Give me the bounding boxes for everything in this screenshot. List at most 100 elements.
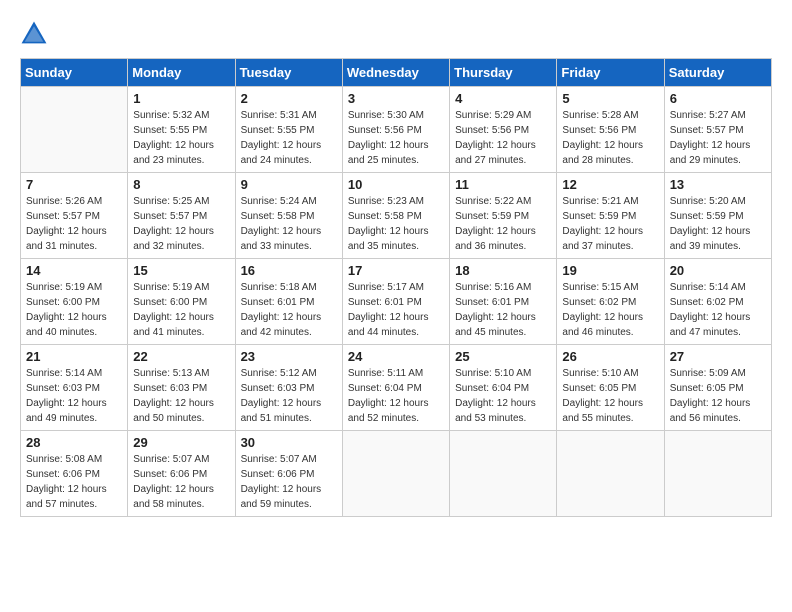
day-info: Sunrise: 5:20 AMSunset: 5:59 PMDaylight:… [670,194,766,254]
header-tuesday: Tuesday [235,59,342,87]
day-number: 4 [455,91,551,106]
header-monday: Monday [128,59,235,87]
day-info: Sunrise: 5:19 AMSunset: 6:00 PMDaylight:… [26,280,122,340]
day-cell: 24 Sunrise: 5:11 AMSunset: 6:04 PMDayligh… [342,345,449,431]
day-cell: 7 Sunrise: 5:26 AMSunset: 5:57 PMDaylight… [21,173,128,259]
day-info: Sunrise: 5:27 AMSunset: 5:57 PMDaylight:… [670,108,766,168]
day-info: Sunrise: 5:12 AMSunset: 6:03 PMDaylight:… [241,366,337,426]
day-info: Sunrise: 5:18 AMSunset: 6:01 PMDaylight:… [241,280,337,340]
day-number: 2 [241,91,337,106]
day-info: Sunrise: 5:29 AMSunset: 5:56 PMDaylight:… [455,108,551,168]
day-cell: 10 Sunrise: 5:23 AMSunset: 5:58 PMDayligh… [342,173,449,259]
day-cell: 16 Sunrise: 5:18 AMSunset: 6:01 PMDayligh… [235,259,342,345]
day-info: Sunrise: 5:21 AMSunset: 5:59 PMDaylight:… [562,194,658,254]
day-info: Sunrise: 5:11 AMSunset: 6:04 PMDaylight:… [348,366,444,426]
day-number: 19 [562,263,658,278]
day-info: Sunrise: 5:08 AMSunset: 6:06 PMDaylight:… [26,452,122,512]
week-row-4: 21Sunrise: 5:14 AMSunset: 6:03 PMDayligh… [21,345,772,431]
calendar-table: SundayMondayTuesdayWednesdayThursdayFrid… [20,58,772,517]
calendar-header-row: SundayMondayTuesdayWednesdayThursdayFrid… [21,59,772,87]
day-number: 11 [455,177,551,192]
day-number: 29 [133,435,229,450]
day-cell: 26 Sunrise: 5:10 AMSunset: 6:05 PMDayligh… [557,345,664,431]
day-info: Sunrise: 5:10 AMSunset: 6:05 PMDaylight:… [562,366,658,426]
day-number: 13 [670,177,766,192]
day-cell: 5 Sunrise: 5:28 AMSunset: 5:56 PMDaylight… [557,87,664,173]
week-row-5: 28 Sunrise: 5:08 AMSunset: 6:06 PMDayligh… [21,431,772,517]
day-number: 3 [348,91,444,106]
day-number: 16 [241,263,337,278]
day-number: 9 [241,177,337,192]
header-sunday: Sunday [21,59,128,87]
day-number: 7 [26,177,122,192]
header-saturday: Saturday [664,59,771,87]
day-cell: 27 Sunrise: 5:09 AMSunset: 6:05 PMDayligh… [664,345,771,431]
day-cell: 21Sunrise: 5:14 AMSunset: 6:03 PMDayligh… [21,345,128,431]
day-number: 14 [26,263,122,278]
day-number: 23 [241,349,337,364]
day-cell: 17 Sunrise: 5:17 AMSunset: 6:01 PMDayligh… [342,259,449,345]
day-number: 20 [670,263,766,278]
day-cell: 4 Sunrise: 5:29 AMSunset: 5:56 PMDaylight… [450,87,557,173]
day-cell [21,87,128,173]
day-cell [557,431,664,517]
day-cell: 14 Sunrise: 5:19 AMSunset: 6:00 PMDayligh… [21,259,128,345]
day-cell: 13 Sunrise: 5:20 AMSunset: 5:59 PMDayligh… [664,173,771,259]
day-number: 25 [455,349,551,364]
day-info: Sunrise: 5:22 AMSunset: 5:59 PMDaylight:… [455,194,551,254]
logo [20,20,52,48]
day-cell: 25 Sunrise: 5:10 AMSunset: 6:04 PMDayligh… [450,345,557,431]
day-cell: 11 Sunrise: 5:22 AMSunset: 5:59 PMDayligh… [450,173,557,259]
day-cell: 1 Sunrise: 5:32 AMSunset: 5:55 PMDaylight… [128,87,235,173]
day-info: Sunrise: 5:16 AMSunset: 6:01 PMDaylight:… [455,280,551,340]
day-info: Sunrise: 5:32 AMSunset: 5:55 PMDaylight:… [133,108,229,168]
day-info: Sunrise: 5:13 AMSunset: 6:03 PMDaylight:… [133,366,229,426]
header-friday: Friday [557,59,664,87]
logo-icon [20,20,48,48]
day-cell: 20Sunrise: 5:14 AMSunset: 6:02 PMDayligh… [664,259,771,345]
day-number: 5 [562,91,658,106]
day-cell: 23 Sunrise: 5:12 AMSunset: 6:03 PMDayligh… [235,345,342,431]
day-number: 27 [670,349,766,364]
day-number: 24 [348,349,444,364]
day-cell: 9 Sunrise: 5:24 AMSunset: 5:58 PMDaylight… [235,173,342,259]
day-info: Sunrise: 5:09 AMSunset: 6:05 PMDaylight:… [670,366,766,426]
day-cell [450,431,557,517]
day-number: 6 [670,91,766,106]
day-info: Sunrise: 5:07 AMSunset: 6:06 PMDaylight:… [241,452,337,512]
page-header [20,20,772,48]
day-number: 28 [26,435,122,450]
day-number: 26 [562,349,658,364]
day-info: Sunrise: 5:28 AMSunset: 5:56 PMDaylight:… [562,108,658,168]
day-cell: 12 Sunrise: 5:21 AMSunset: 5:59 PMDayligh… [557,173,664,259]
day-cell: 19Sunrise: 5:15 AMSunset: 6:02 PMDayligh… [557,259,664,345]
day-number: 17 [348,263,444,278]
day-number: 15 [133,263,229,278]
day-cell: 18Sunrise: 5:16 AMSunset: 6:01 PMDayligh… [450,259,557,345]
day-cell: 15 Sunrise: 5:19 AMSunset: 6:00 PMDayligh… [128,259,235,345]
day-number: 12 [562,177,658,192]
day-cell: 28 Sunrise: 5:08 AMSunset: 6:06 PMDayligh… [21,431,128,517]
day-cell [664,431,771,517]
day-info: Sunrise: 5:17 AMSunset: 6:01 PMDaylight:… [348,280,444,340]
day-info: Sunrise: 5:31 AMSunset: 5:55 PMDaylight:… [241,108,337,168]
day-number: 22 [133,349,229,364]
week-row-3: 14 Sunrise: 5:19 AMSunset: 6:00 PMDayligh… [21,259,772,345]
week-row-1: 1 Sunrise: 5:32 AMSunset: 5:55 PMDaylight… [21,87,772,173]
day-info: Sunrise: 5:24 AMSunset: 5:58 PMDaylight:… [241,194,337,254]
day-info: Sunrise: 5:23 AMSunset: 5:58 PMDaylight:… [348,194,444,254]
day-info: Sunrise: 5:10 AMSunset: 6:04 PMDaylight:… [455,366,551,426]
day-info: Sunrise: 5:26 AMSunset: 5:57 PMDaylight:… [26,194,122,254]
header-thursday: Thursday [450,59,557,87]
day-number: 1 [133,91,229,106]
day-info: Sunrise: 5:30 AMSunset: 5:56 PMDaylight:… [348,108,444,168]
week-row-2: 7 Sunrise: 5:26 AMSunset: 5:57 PMDaylight… [21,173,772,259]
day-number: 8 [133,177,229,192]
day-number: 10 [348,177,444,192]
day-number: 30 [241,435,337,450]
day-info: Sunrise: 5:07 AMSunset: 6:06 PMDaylight:… [133,452,229,512]
day-cell: 2 Sunrise: 5:31 AMSunset: 5:55 PMDaylight… [235,87,342,173]
day-cell: 8Sunrise: 5:25 AMSunset: 5:57 PMDaylight… [128,173,235,259]
day-info: Sunrise: 5:14 AMSunset: 6:03 PMDaylight:… [26,366,122,426]
day-info: Sunrise: 5:19 AMSunset: 6:00 PMDaylight:… [133,280,229,340]
